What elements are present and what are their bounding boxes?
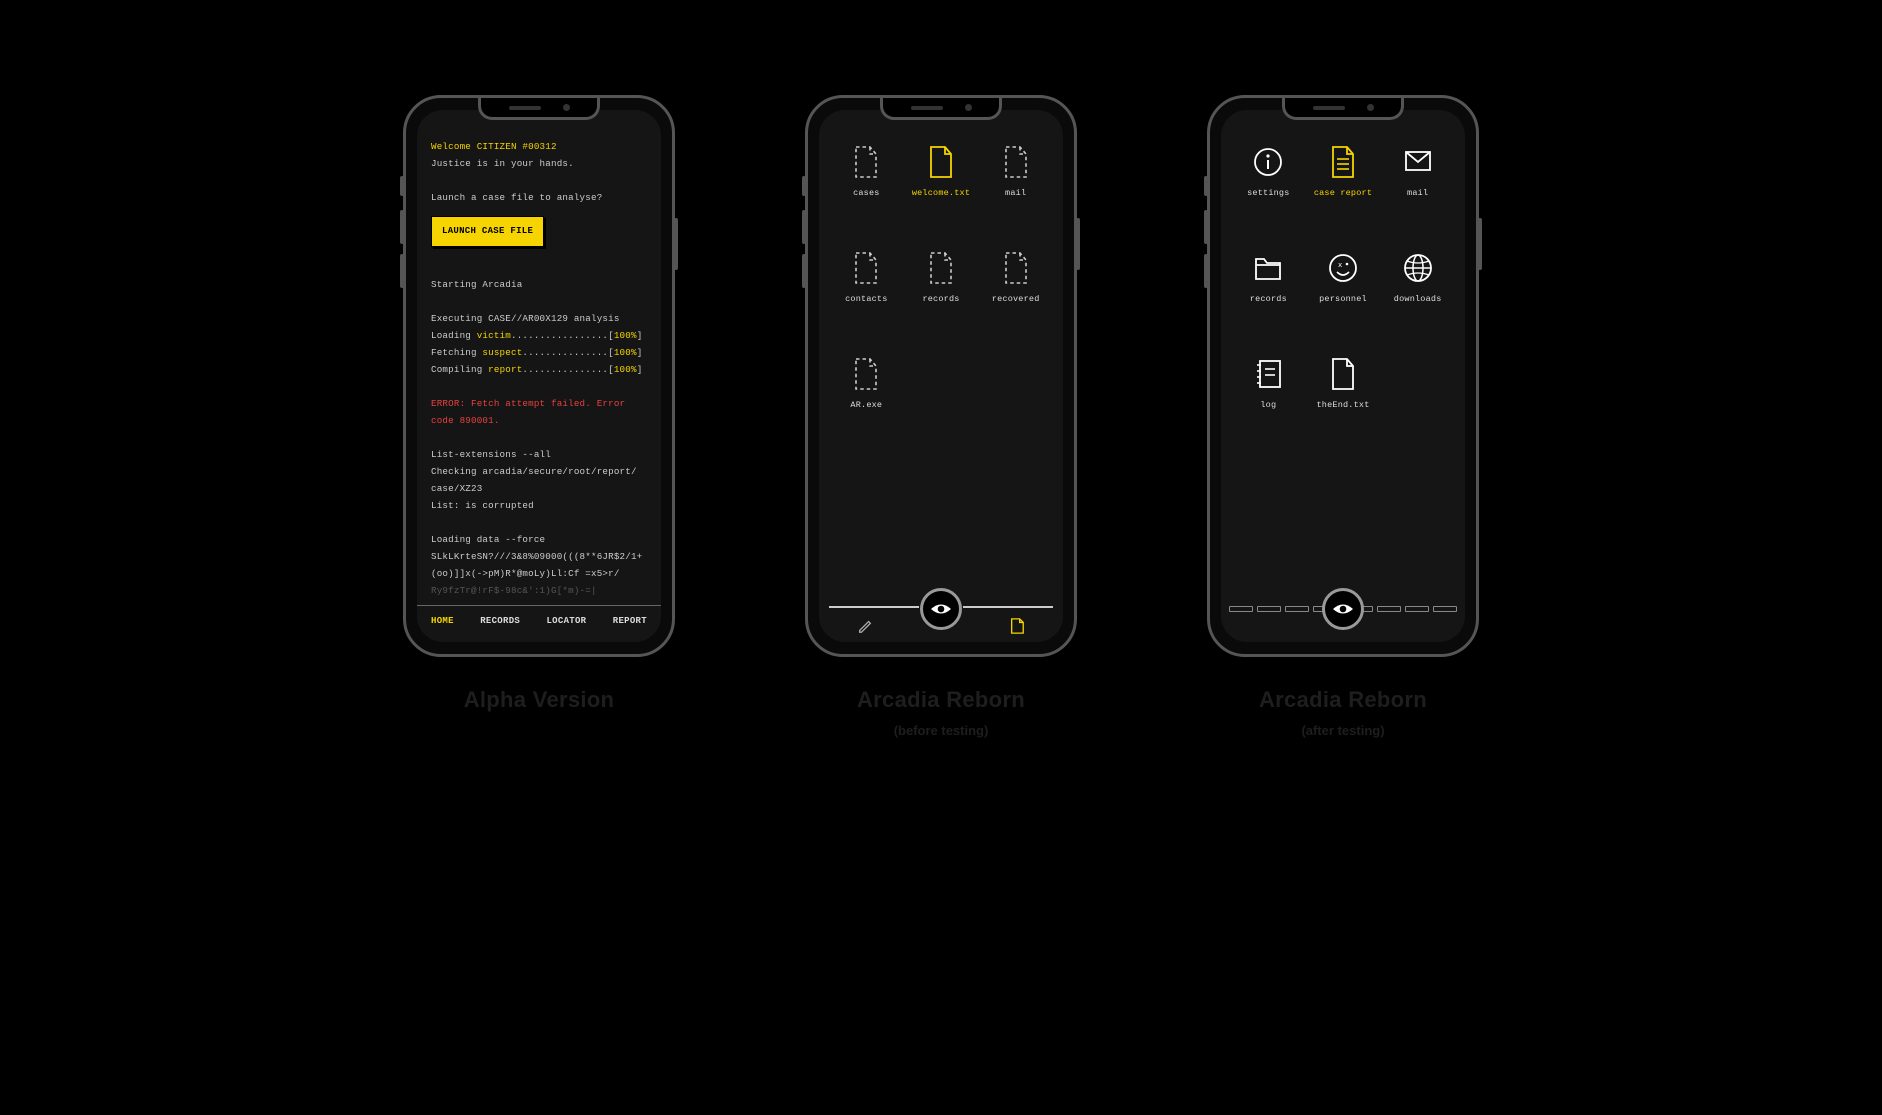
- launch-case-file-button[interactable]: LAUNCH CASE FILE: [431, 216, 544, 247]
- launch-prompt: Launch a case file to analyse?: [431, 189, 647, 206]
- fetching-suspect-line: Fetching suspect...............[100%]: [431, 344, 647, 361]
- app-downloads[interactable]: downloads: [1394, 250, 1442, 336]
- file-icon: [1009, 618, 1025, 634]
- mail-icon: [1403, 144, 1433, 180]
- ext-line-2: Checking arcadia/secure/root/report/: [431, 463, 647, 480]
- file-dashed-icon: [851, 250, 881, 286]
- file-dashed-icon: [851, 356, 881, 392]
- bottom-bar: [1221, 590, 1465, 642]
- file-dashed-icon: [1001, 144, 1031, 180]
- app-records[interactable]: records: [922, 250, 959, 336]
- info-icon: [1253, 144, 1283, 180]
- file-dashed-icon: [1001, 250, 1031, 286]
- force-line-1: Loading data --force: [431, 531, 647, 548]
- force-line-4: Ry9fzTr@!rF$-98c&':1)G[*m)-=|: [431, 582, 647, 599]
- ext-line-3: case/XZ23: [431, 480, 647, 497]
- app-settings[interactable]: settings: [1247, 144, 1289, 230]
- file-dashed-icon: [926, 250, 956, 286]
- ext-line-4: List: is corrupted: [431, 497, 647, 514]
- nav-records[interactable]: RECORDS: [480, 616, 520, 626]
- phone-reborn-after: settings case report mail records: [1207, 95, 1479, 657]
- file-icon: [1328, 356, 1358, 392]
- smiley-icon: [1328, 250, 1358, 286]
- app-welcome-txt[interactable]: welcome.txt: [912, 144, 970, 230]
- caption-reborn-before: Arcadia Reborn (before testing): [857, 687, 1025, 738]
- nav-report[interactable]: REPORT: [613, 616, 647, 626]
- loading-victim-line: Loading victim.................[100%]: [431, 327, 647, 344]
- eye-icon: [1332, 602, 1354, 616]
- nav-locator[interactable]: LOCATOR: [546, 616, 586, 626]
- caption-alpha: Alpha Version: [464, 687, 615, 713]
- error-line-1: ERROR: Fetch attempt failed. Error: [431, 395, 647, 412]
- exec-line: Executing CASE//AR00X129 analysis: [431, 310, 647, 327]
- segment-bar-right: [1349, 606, 1457, 612]
- app-cases[interactable]: cases: [851, 144, 881, 230]
- nav-bar: HOME RECORDS LOCATOR REPORT: [417, 605, 661, 642]
- edit-button[interactable]: [857, 618, 873, 639]
- segment-bar-left: [1229, 606, 1337, 612]
- app-log[interactable]: log: [1253, 356, 1283, 442]
- app-mail[interactable]: mail: [1001, 144, 1031, 230]
- eye-button[interactable]: [1322, 588, 1364, 630]
- force-line-2: SLkLKrteSN?///3&8%09000(((8**6JR$2/1+: [431, 548, 647, 565]
- bottom-bar: [819, 590, 1063, 642]
- eye-icon: [930, 602, 952, 616]
- welcome-line: Welcome CITIZEN #00312: [431, 138, 647, 155]
- caption-reborn-after: Arcadia Reborn (after testing): [1259, 687, 1427, 738]
- eye-button[interactable]: [920, 588, 962, 630]
- app-the-end-txt[interactable]: theEnd.txt: [1316, 356, 1369, 442]
- app-recovered[interactable]: recovered: [992, 250, 1040, 336]
- ext-line-1: List-extensions --all: [431, 446, 647, 463]
- error-line-2: code 890001.: [431, 412, 647, 429]
- phone-reborn-before: cases welcome.txt mail contacts: [805, 95, 1077, 657]
- files-button[interactable]: [1009, 618, 1025, 639]
- folder-icon: [1253, 250, 1283, 286]
- starting-line: Starting Arcadia: [431, 276, 647, 293]
- nav-home[interactable]: HOME: [431, 616, 454, 626]
- force-line-3: (oo)]]x(->pM)R*@moLy)Ll:Cf =x5>r/: [431, 565, 647, 582]
- phone-alpha: Welcome CITIZEN #00312 Justice is in you…: [403, 95, 675, 657]
- notebook-icon: [1253, 356, 1283, 392]
- app-records[interactable]: records: [1250, 250, 1287, 336]
- globe-icon: [1403, 250, 1433, 286]
- app-contacts[interactable]: contacts: [845, 250, 887, 336]
- app-mail[interactable]: mail: [1403, 144, 1433, 230]
- file-dashed-icon: [851, 144, 881, 180]
- app-case-report[interactable]: case report: [1314, 144, 1372, 230]
- terminal-output: Welcome CITIZEN #00312 Justice is in you…: [417, 110, 661, 605]
- app-personnel[interactable]: personnel: [1319, 250, 1367, 336]
- compiling-report-line: Compiling report...............[100%]: [431, 361, 647, 378]
- tagline: Justice is in your hands.: [431, 155, 647, 172]
- app-ar-exe[interactable]: AR.exe: [850, 356, 882, 442]
- pencil-icon: [857, 618, 873, 634]
- file-icon: [926, 144, 956, 180]
- file-lines-icon: [1328, 144, 1358, 180]
